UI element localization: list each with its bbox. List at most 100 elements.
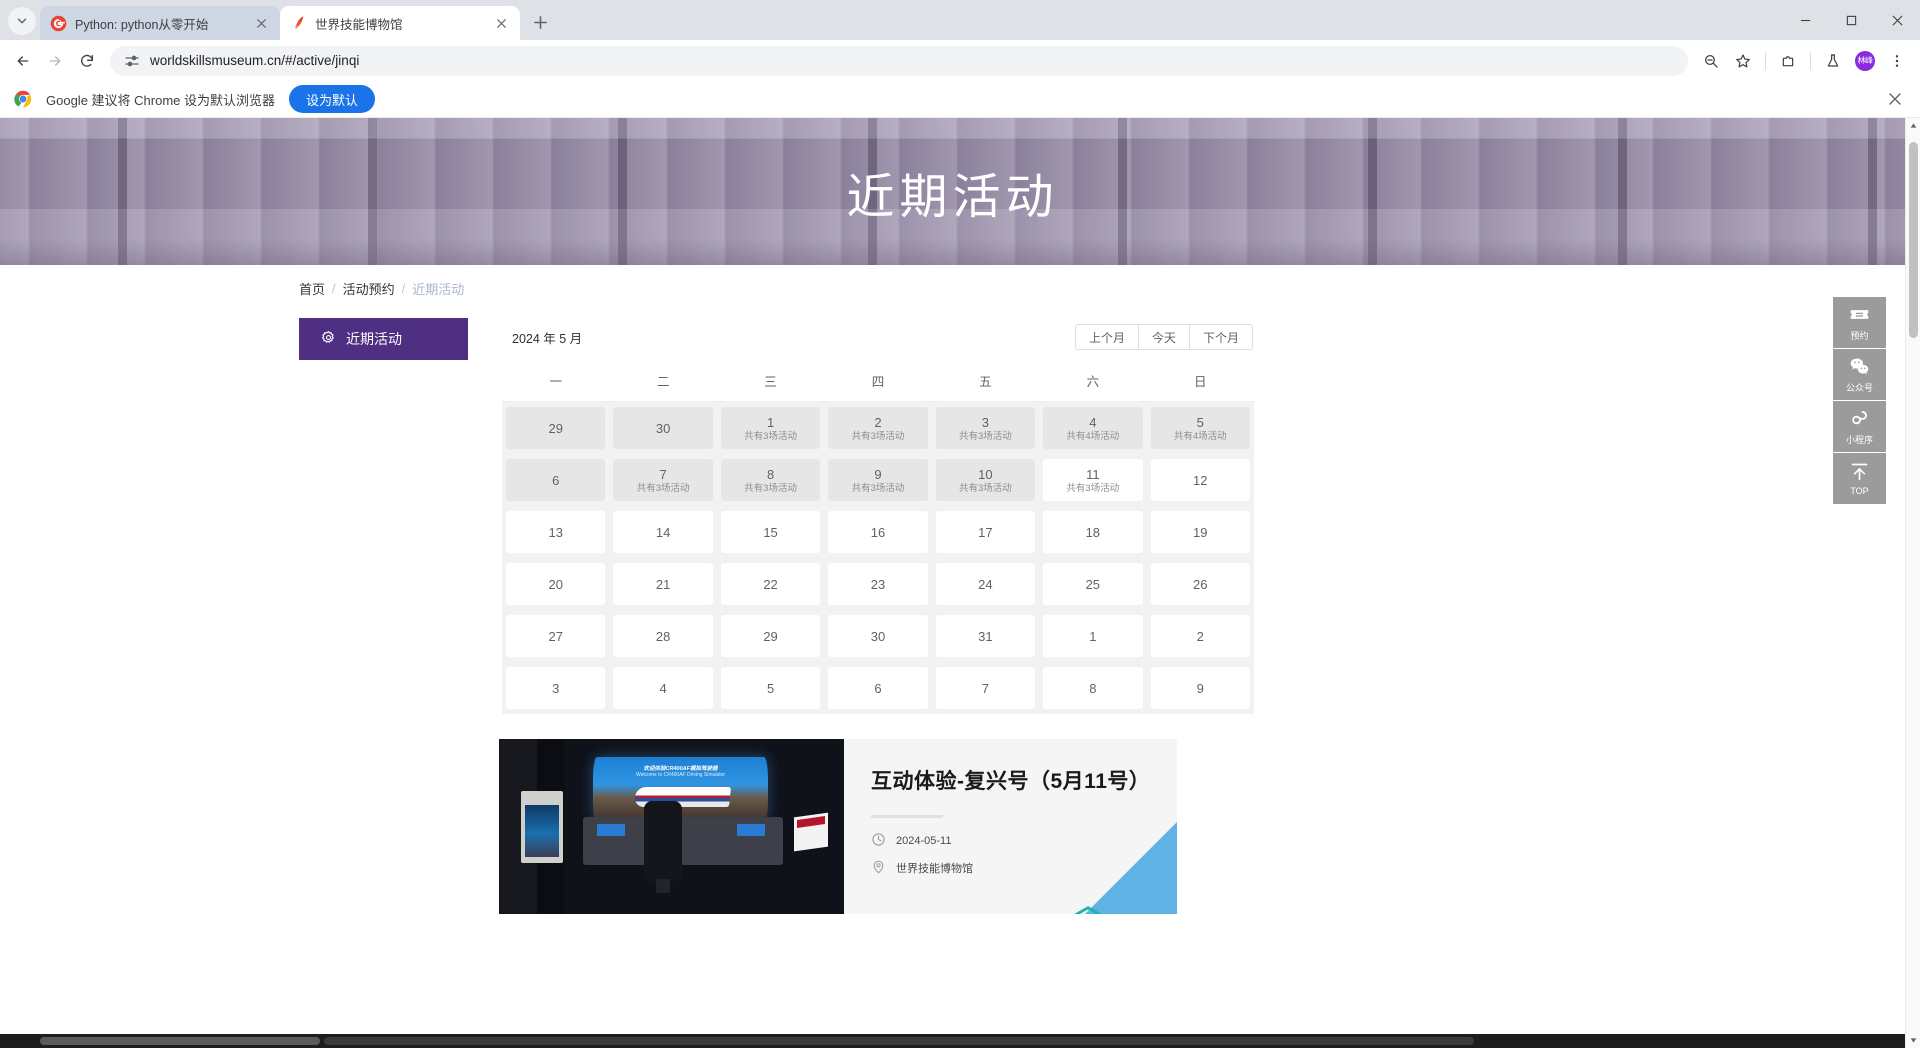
rail-item-top[interactable]: TOP xyxy=(1833,453,1886,505)
calendar-day[interactable]: 25 xyxy=(1043,563,1143,605)
calendar-day[interactable]: 3 共有3场活动 xyxy=(935,407,1036,449)
scroll-up-icon[interactable] xyxy=(1906,118,1920,133)
calendar-day[interactable]: 7 共有3场活动 xyxy=(613,459,713,501)
horizontal-scrollbar[interactable] xyxy=(0,1034,1905,1048)
calendar-day[interactable]: 17 xyxy=(935,511,1036,553)
labs-flask-icon[interactable] xyxy=(1818,46,1848,76)
day-number: 10 xyxy=(978,466,993,482)
new-tab-button[interactable] xyxy=(526,8,554,36)
calendar-day[interactable]: 1 xyxy=(1043,615,1143,657)
calendar-day[interactable]: 10 共有3场活动 xyxy=(935,459,1036,501)
calendar-day[interactable]: 7 xyxy=(935,667,1036,709)
next-month-button[interactable]: 下个月 xyxy=(1188,324,1253,350)
calendar-day[interactable]: 4 xyxy=(613,667,713,709)
set-default-button[interactable]: 设为默认 xyxy=(289,85,376,113)
close-infobar-icon[interactable] xyxy=(1884,88,1906,110)
bookmark-star-icon[interactable] xyxy=(1728,46,1758,76)
calendar-week-row: 6 7 共有3场活动 8 共有3场活动 9 共有3场活动 10 共有3场活动 11 共有3场活动 12 xyxy=(502,454,1254,506)
calendar-day[interactable]: 11 共有3场活动 xyxy=(1043,459,1143,501)
svg-text:G: G xyxy=(55,19,63,30)
calendar-day[interactable]: 9 共有3场活动 xyxy=(828,459,928,501)
calendar-day[interactable]: 21 xyxy=(613,563,713,605)
minimize-icon[interactable] xyxy=(1782,0,1828,40)
tab-search-button[interactable] xyxy=(8,7,36,35)
calendar-day[interactable]: 4 共有4场活动 xyxy=(1043,407,1143,449)
avatar: 林峰 xyxy=(1855,50,1875,71)
calendar-day[interactable]: 6 xyxy=(828,667,928,709)
calendar-day[interactable]: 16 xyxy=(828,511,928,553)
close-window-icon[interactable] xyxy=(1874,0,1920,40)
day-number: 22 xyxy=(763,576,778,592)
rail-item-wechat[interactable]: 公众号 xyxy=(1833,349,1886,401)
calendar-day[interactable]: 26 xyxy=(1150,563,1250,605)
close-icon[interactable] xyxy=(492,14,510,32)
today-button[interactable]: 今天 xyxy=(1137,324,1190,350)
calendar-day[interactable]: 29 xyxy=(720,615,821,657)
calendar-day[interactable]: 31 xyxy=(935,615,1036,657)
calendar-day[interactable]: 8 xyxy=(1043,667,1143,709)
day-number: 2 xyxy=(874,414,882,430)
extensions-icon[interactable] xyxy=(1773,46,1803,76)
breadcrumb-section[interactable]: 活动预约 xyxy=(343,279,395,298)
calendar-day[interactable]: 14 xyxy=(613,511,713,553)
calendar-cell: 13 xyxy=(502,506,610,558)
calendar-day[interactable]: 6 xyxy=(506,459,606,501)
calendar-day[interactable]: 8 共有3场活动 xyxy=(720,459,821,501)
tab-museum[interactable]: 世界技能博物馆 xyxy=(280,6,520,40)
calendar-day[interactable]: 28 xyxy=(613,615,713,657)
calendar-day[interactable]: 9 xyxy=(1150,667,1250,709)
calendar-day[interactable]: 13 xyxy=(506,511,606,553)
calendar-day[interactable]: 30 xyxy=(613,407,713,449)
vertical-scrollbar[interactable] xyxy=(1905,118,1920,1048)
scroll-down-icon[interactable] xyxy=(1906,1033,1920,1048)
calendar-day[interactable]: 22 xyxy=(720,563,821,605)
calendar-day[interactable]: 12 xyxy=(1150,459,1250,501)
scrollbar-thumb[interactable] xyxy=(1909,142,1918,338)
calendar-day[interactable]: 18 xyxy=(1043,511,1143,553)
calendar-day[interactable]: 5 共有4场活动 xyxy=(1150,407,1250,449)
prev-month-button[interactable]: 上个月 xyxy=(1074,324,1139,350)
weekday-header: 二 xyxy=(609,360,717,402)
calendar-day[interactable]: 15 xyxy=(720,511,821,553)
event-card[interactable]: 欢迎体验CR400AF模拟驾驶器 Welcome to CR400AF Driv… xyxy=(499,739,1177,914)
calendar-day[interactable]: 1 共有3场活动 xyxy=(720,407,821,449)
breadcrumb-home[interactable]: 首页 xyxy=(299,279,325,298)
zoom-out-icon[interactable] xyxy=(1696,46,1726,76)
forward-icon[interactable] xyxy=(40,46,70,76)
sidebar-item-recent-activities[interactable]: 近期活动 xyxy=(299,318,468,360)
calendar-cell: 4 xyxy=(609,662,717,714)
maximize-icon[interactable] xyxy=(1828,0,1874,40)
calendar-day[interactable]: 29 xyxy=(506,407,606,449)
calendar-day[interactable]: 2 共有3场活动 xyxy=(828,407,928,449)
tab-python[interactable]: G Python: python从零开始 xyxy=(40,6,280,40)
address-bar[interactable]: worldskillsmuseum.cn/#/active/jinqi xyxy=(110,45,1688,76)
calendar-day[interactable]: 27 xyxy=(506,615,606,657)
calendar-day[interactable]: 30 xyxy=(828,615,928,657)
profile-avatar[interactable]: 林峰 xyxy=(1850,46,1880,76)
calendar-cell: 10 共有3场活动 xyxy=(931,454,1040,506)
default-browser-infobar: Google 建议将 Chrome 设为默认浏览器 设为默认 xyxy=(0,81,1920,118)
calendar-cell: 1 xyxy=(1039,610,1147,662)
calendar-day[interactable]: 23 xyxy=(828,563,928,605)
calendar-cell: 1 共有3场活动 xyxy=(716,401,825,454)
calendar-day[interactable]: 20 xyxy=(506,563,606,605)
close-icon[interactable] xyxy=(252,14,270,32)
day-number: 28 xyxy=(655,628,671,644)
rail-item-miniprogram[interactable]: 小程序 xyxy=(1833,401,1886,453)
reload-icon[interactable] xyxy=(72,46,102,76)
back-icon[interactable] xyxy=(8,46,38,76)
scrollbar-thumb[interactable] xyxy=(40,1037,320,1045)
activity-calendar: 2024 年 5 月 上个月 今天 下个月 一 二 三 四 五 六 日 29 3… xyxy=(502,318,1254,714)
rail-item-booking[interactable]: 预约 xyxy=(1833,297,1886,349)
calendar-cell: 22 xyxy=(716,558,825,610)
more-menu-icon[interactable] xyxy=(1882,46,1912,76)
calendar-day[interactable]: 24 xyxy=(935,563,1036,605)
scrollbar-track-segment[interactable] xyxy=(324,1037,1474,1045)
calendar-day[interactable]: 2 xyxy=(1150,615,1250,657)
calendar-day[interactable]: 5 xyxy=(720,667,821,709)
calendar-day[interactable]: 3 xyxy=(506,667,606,709)
calendar-cell: 29 xyxy=(716,610,825,662)
site-info-icon[interactable] xyxy=(124,53,140,69)
calendar-day[interactable]: 19 xyxy=(1150,511,1250,553)
day-number: 1 xyxy=(766,414,775,430)
